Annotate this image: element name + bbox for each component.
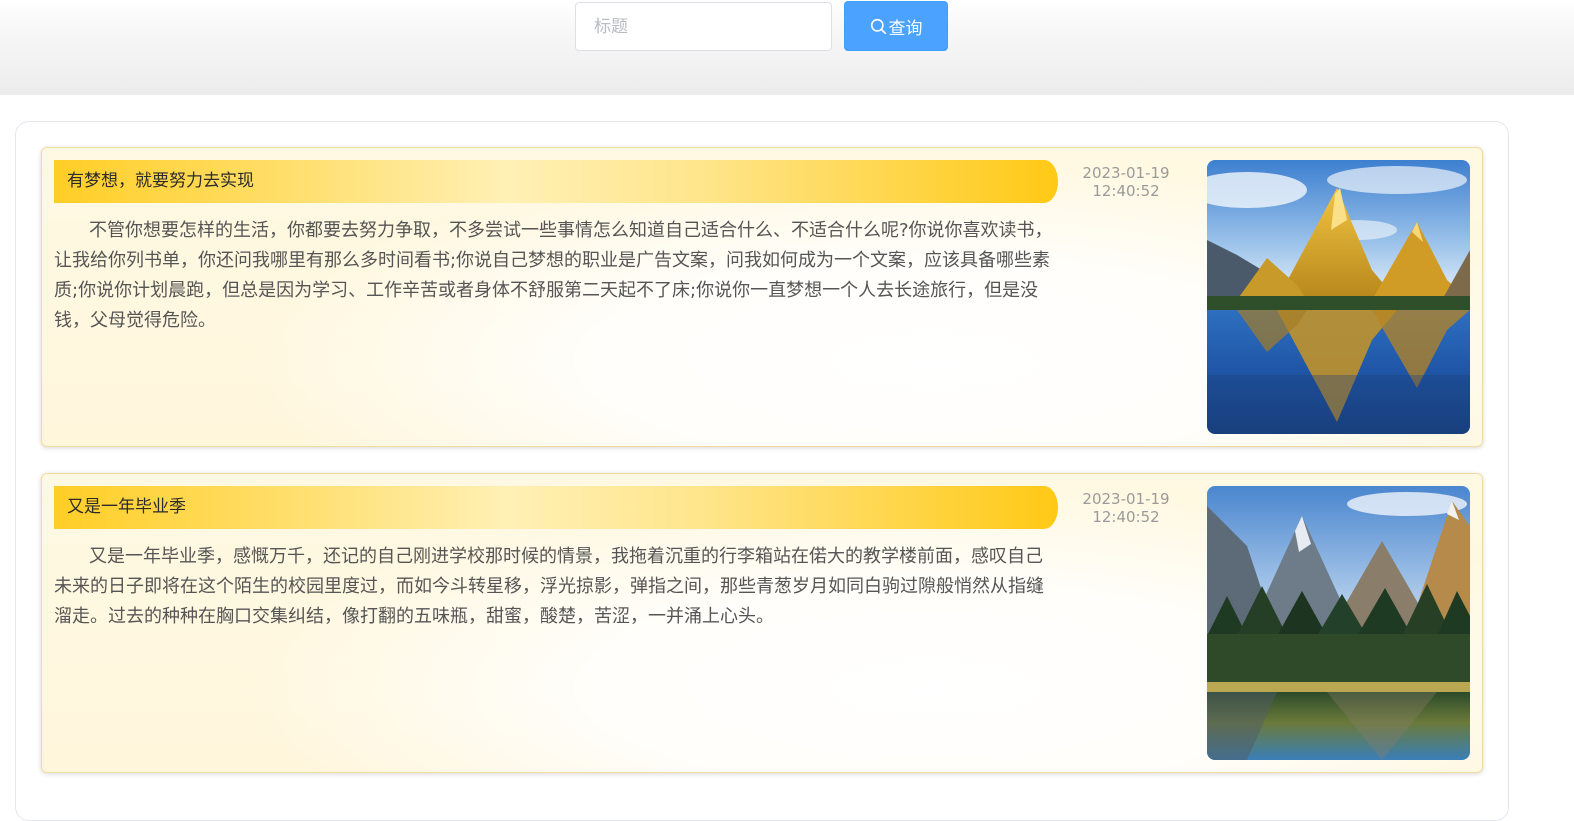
search-button[interactable]: 查询	[844, 1, 948, 51]
article-title[interactable]: 又是一年毕业季	[54, 486, 1058, 529]
article-summary: 又是一年毕业季，感慨万千，还记的自己刚进学校那时候的情景，我拖着沉重的行李箱站在…	[54, 546, 1044, 627]
article-timestamp: 2023-01-19 12:40:52	[1072, 164, 1180, 200]
article-timestamp: 2023-01-19 12:40:52	[1072, 490, 1180, 526]
article-date: 2023-01-19	[1082, 164, 1170, 182]
search-button-label: 查询	[888, 18, 923, 39]
article-title[interactable]: 有梦想，就要努力去实现	[54, 160, 1058, 203]
article-image[interactable]	[1207, 160, 1470, 434]
search-input[interactable]	[575, 2, 832, 51]
article-date: 2023-01-19	[1082, 490, 1170, 508]
article-card[interactable]: 有梦想，就要努力去实现 不管你想要怎样的生活，你都要去努力争取，不多尝试一些事情…	[41, 147, 1483, 447]
search-bar: 查询	[0, 0, 1574, 95]
article-time: 12:40:52	[1092, 508, 1160, 526]
article-card[interactable]: 又是一年毕业季 又是一年毕业季，感慨万千，还记的自己刚进学校那时候的情景，我拖着…	[41, 473, 1483, 773]
article-summary: 不管你想要怎样的生活，你都要去努力争取，不多尝试一些事情怎么知道自己适合什么、不…	[54, 220, 1053, 331]
article-image[interactable]	[1207, 486, 1470, 760]
search-icon	[870, 18, 887, 35]
article-time: 12:40:52	[1092, 182, 1160, 200]
